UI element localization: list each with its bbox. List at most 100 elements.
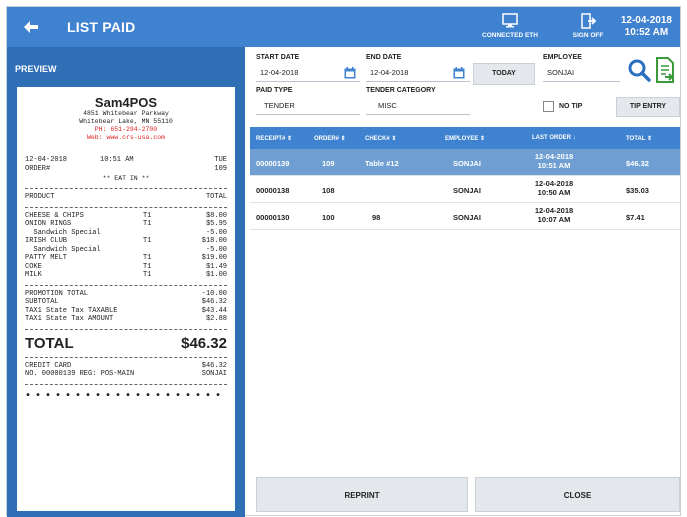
- calendar-icon[interactable]: [344, 67, 356, 79]
- paid-type-select[interactable]: TENDER: [256, 97, 360, 115]
- column-header-check[interactable]: CHECK# ⇕: [365, 135, 396, 142]
- paid-type-label: PAID TYPE: [256, 87, 293, 94]
- list-paid-window: LIST PAID CONNECTED ETH SIGN OFF 12-04-2…: [6, 6, 681, 517]
- divider: [25, 188, 227, 189]
- receipt-item-row: IRISH CLUB T1 $18.00: [25, 237, 227, 246]
- product-header-row: PRODUCT TOTAL: [25, 193, 227, 202]
- last-order-clock: 10:50 AM: [537, 188, 571, 197]
- divider: [25, 206, 227, 208]
- reprint-button[interactable]: REPRINT: [256, 477, 468, 512]
- last-order-date: 12-04-2018: [534, 152, 574, 161]
- item-tax: T1: [143, 262, 152, 271]
- summary-row: SUBTOTAL $46.32: [25, 298, 227, 307]
- back-arrow-icon[interactable]: [21, 17, 41, 37]
- total-amount: $46.32: [181, 334, 227, 352]
- preview-panel: PREVIEW Sam4POS 4851 Whitebear Parkway W…: [7, 47, 245, 517]
- receipt-item-row: PATTY MELT T1 $19.00: [25, 254, 227, 263]
- summary-amount: -10.00: [201, 289, 227, 298]
- item-name: MILK: [25, 271, 42, 279]
- monitor-icon: [502, 13, 518, 28]
- summary-label: SUBTOTAL: [25, 298, 59, 306]
- employee-field[interactable]: SONJAI: [543, 64, 620, 82]
- item-amount: $1.00: [205, 271, 227, 279]
- tip-entry-button[interactable]: TIP ENTRY: [616, 97, 680, 117]
- total-label: TOTAL: [25, 334, 74, 352]
- receipt-item-row: ONION RINGS T1 $5.95: [25, 220, 227, 229]
- row-total: $7.41: [626, 213, 645, 222]
- table-row[interactable]: 00000139 109 Table #12 SONJAI 12-04-2018…: [250, 149, 680, 176]
- item-name: CHEESE & CHIPS: [25, 211, 84, 220]
- item-name: Sandwich Special: [25, 228, 101, 237]
- calendar-icon[interactable]: [453, 67, 465, 79]
- export-icon[interactable]: [655, 57, 675, 83]
- store-address-2: Whitebear Lake, MN 55110: [79, 118, 173, 125]
- last-order-date: 12-04-2018: [534, 179, 574, 188]
- column-header-employee[interactable]: EMPLOYEE ⇕: [445, 135, 485, 142]
- summary-label: TAX1 State Tax AMOUNT: [25, 315, 114, 323]
- last-order-date: 12-04-2018: [534, 206, 574, 215]
- tender-category-label: TENDER CATEGORY: [366, 87, 436, 94]
- today-button[interactable]: TODAY: [473, 63, 535, 85]
- row-total: $35.03: [626, 186, 649, 195]
- summary-amount: $46.32: [201, 298, 227, 306]
- receipt-dots: ••••••••••••••••••••: [25, 390, 226, 402]
- receipt-time: 10:51 AM: [100, 156, 134, 164]
- divider: [25, 328, 227, 330]
- column-header-last-order[interactable]: LAST ORDER ↓: [532, 135, 576, 141]
- order-number: 100: [322, 213, 335, 222]
- receipt-date: 12-04-2018: [25, 156, 68, 164]
- receipt-number: 00000138: [256, 186, 290, 195]
- column-header-receipt[interactable]: RECEIPT# ⇕: [256, 135, 292, 142]
- receipt-item-row: MILK T1 $1.00: [25, 271, 227, 280]
- receipt-number: 00000139: [256, 159, 290, 168]
- start-date-label: START DATE: [256, 54, 300, 61]
- preview-title: PREVIEW: [15, 64, 57, 74]
- order-label: ORDER#: [25, 164, 51, 173]
- search-icon[interactable]: [627, 58, 651, 82]
- store-web: Web: www.crs-usa.com: [86, 134, 165, 141]
- tender-category-select[interactable]: MISC: [366, 97, 470, 115]
- item-amount: $19.00: [201, 254, 227, 262]
- tender-label: CREDIT CARD: [25, 361, 72, 370]
- item-amount: -5.00: [205, 245, 227, 254]
- store-address-1: 4851 Whitebear Parkway: [83, 110, 169, 117]
- connection-label: CONNECTED ETH: [482, 32, 538, 39]
- item-name: COKE: [25, 262, 42, 271]
- column-header-total[interactable]: TOTAL ⇕: [626, 135, 652, 142]
- clock: 12-04-2018 10:52 AM: [621, 15, 672, 39]
- item-amount: $8.00: [205, 211, 227, 220]
- employee-label: EMPLOYEE: [543, 54, 582, 61]
- divider: [25, 356, 227, 358]
- order-number: 108: [322, 186, 335, 195]
- last-order-clock: 10:51 AM: [537, 161, 571, 170]
- receipt-preview[interactable]: Sam4POS 4851 Whitebear Parkway Whitebear…: [17, 87, 235, 511]
- summary-row: TAX1 State Tax TAXABLE $43.44: [25, 307, 227, 316]
- close-button[interactable]: CLOSE: [475, 477, 680, 512]
- receipt-summary: PROMOTION TOTAL -10.00 SUBTOTAL $46.32 TAX1 …: [25, 290, 227, 324]
- employee-name: SONJAI: [453, 186, 481, 195]
- end-date-label: END DATE: [366, 54, 402, 61]
- sign-off-button[interactable]: SIGN OFF: [553, 11, 623, 39]
- item-name: IRISH CLUB: [25, 237, 68, 245]
- receipt-item-row: CHEESE & CHIPS T1 $8.00: [25, 212, 227, 221]
- receipt-day: TUE: [214, 156, 227, 164]
- current-time: 10:52 AM: [624, 27, 669, 38]
- page-title: LIST PAID: [67, 19, 136, 35]
- item-amount: -5.00: [205, 228, 227, 237]
- no-tip-checkbox[interactable]: [543, 101, 554, 112]
- divider: [25, 383, 227, 385]
- column-header-order[interactable]: ORDER# ⇕: [314, 135, 346, 142]
- total-column-label: TOTAL: [205, 193, 227, 201]
- item-tax: T1: [143, 237, 152, 245]
- last-order-time: 12-04-2018 10:50 AM: [524, 179, 584, 197]
- no-tip-label: NO TIP: [559, 103, 583, 110]
- table-row[interactable]: 00000130 100 98 SONJAI 12-04-2018 10:07 A…: [250, 203, 680, 230]
- receipt-number-line: NO. 00000139 REG: POS-MAIN: [25, 370, 135, 378]
- table-row[interactable]: 00000138 108 SONJAI 12-04-2018 10:50 AM $…: [250, 176, 680, 203]
- check-number: 98: [372, 213, 381, 222]
- summary-amount: $43.44: [201, 306, 227, 315]
- item-amount: $1.49: [205, 262, 227, 271]
- receipt-item-row: COKE T1 $1.49: [25, 263, 227, 272]
- divider: [25, 284, 227, 286]
- item-tax: T1: [143, 271, 152, 279]
